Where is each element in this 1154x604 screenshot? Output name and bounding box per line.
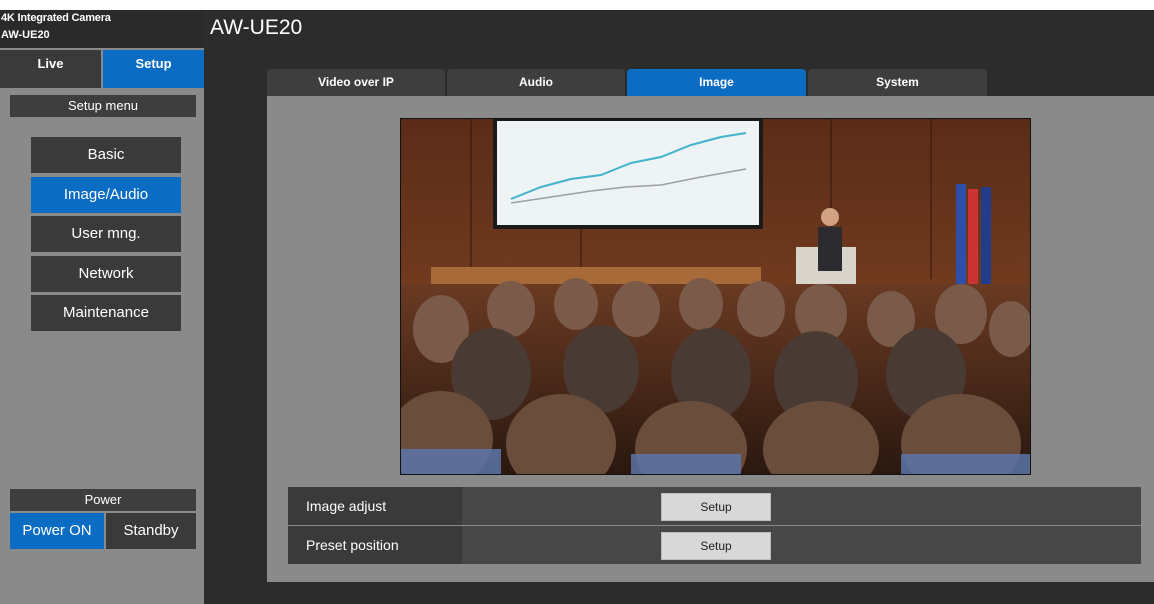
- page-title: AW-UE20: [210, 16, 303, 39]
- preset-position-label: Preset position: [288, 526, 462, 564]
- standby-button[interactable]: Standby: [106, 513, 196, 549]
- preset-position-setup-button[interactable]: Setup: [661, 532, 771, 560]
- tab-system[interactable]: System: [808, 69, 987, 96]
- menu-basic-button[interactable]: Basic: [31, 137, 181, 173]
- brand-header: 4K Integrated Camera AW-UE20: [0, 10, 204, 48]
- image-adjust-setup-button[interactable]: Setup: [661, 493, 771, 521]
- menu-network-button[interactable]: Network: [31, 256, 181, 292]
- power-on-button[interactable]: Power ON: [10, 513, 104, 549]
- power-title: Power: [10, 489, 196, 511]
- live-tab[interactable]: Live: [0, 50, 101, 88]
- setup-tab[interactable]: Setup: [103, 50, 204, 88]
- setup-menu-title: Setup menu: [10, 95, 196, 117]
- image-adjust-label: Image adjust: [288, 487, 462, 525]
- mode-tabs: Live Setup: [0, 50, 204, 88]
- camera-preview-image: [400, 118, 1031, 475]
- model-name: AW-UE20: [1, 29, 50, 41]
- tab-image[interactable]: Image: [627, 69, 806, 96]
- menu-image-audio-button[interactable]: Image/Audio: [31, 177, 181, 213]
- tab-video-over-ip[interactable]: Video over IP: [267, 69, 445, 96]
- image-adjust-row: Image adjust Setup: [288, 487, 1141, 525]
- product-name: 4K Integrated Camera: [1, 12, 111, 24]
- menu-user-mng-button[interactable]: User mng.: [31, 216, 181, 252]
- preset-position-row: Preset position Setup: [288, 526, 1141, 564]
- tab-audio[interactable]: Audio: [447, 69, 625, 96]
- menu-maintenance-button[interactable]: Maintenance: [31, 295, 181, 331]
